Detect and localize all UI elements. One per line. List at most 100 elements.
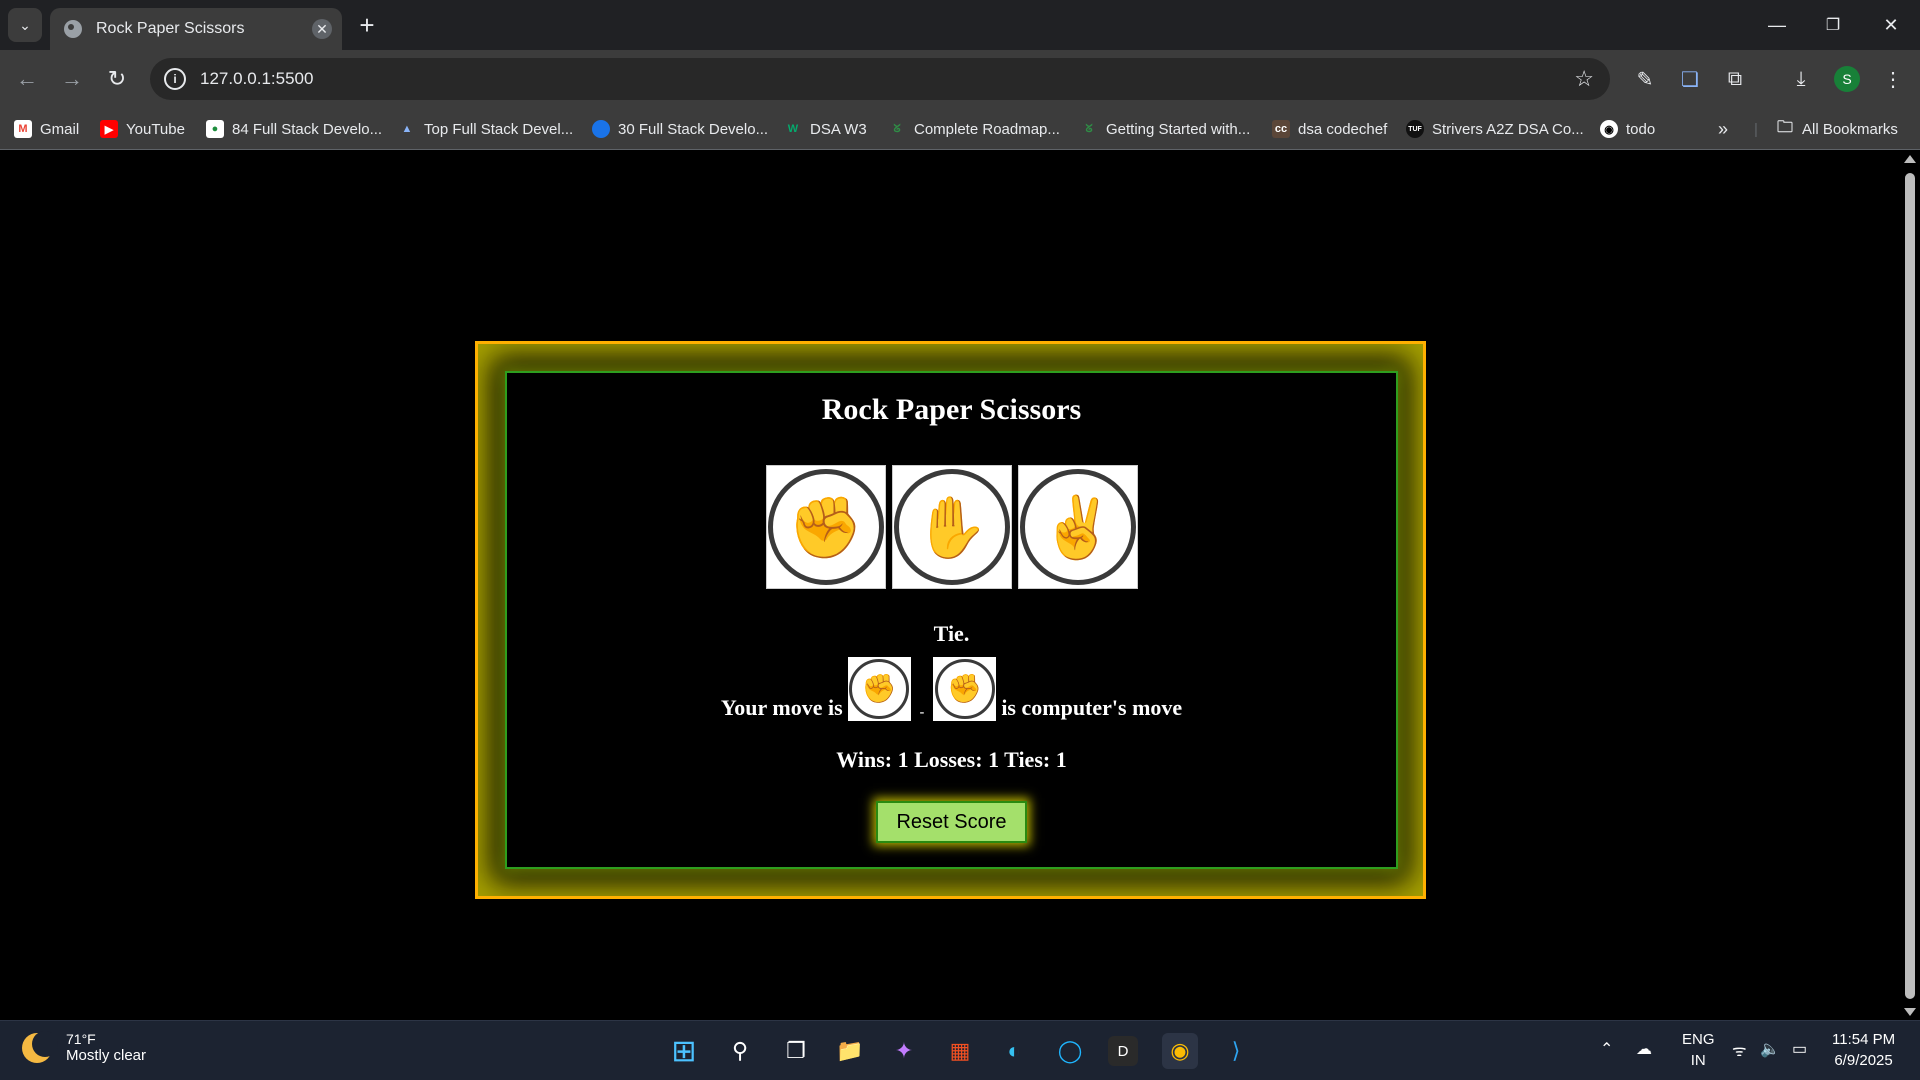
gmail-icon: M: [14, 120, 32, 138]
bookmark-label: 84 Full Stack Develo...: [232, 120, 383, 138]
clock-time: 11:54 PM: [1832, 1031, 1896, 1048]
bookmark-84-full-stack[interactable]: ● 84 Full Stack Develo...: [206, 118, 382, 140]
folder-icon: 🗀: [1776, 118, 1793, 136]
bookmark-site-icon: ●: [206, 120, 224, 138]
gfg-icon: ᘜ: [1085, 122, 1093, 135]
chrome-icon[interactable]: ◉: [1162, 1033, 1198, 1069]
copy-extension-icon[interactable]: ❏: [1675, 64, 1705, 94]
bookmark-dsa-w3[interactable]: W DSA W3: [784, 118, 867, 140]
computer-move-image: ✊: [933, 657, 997, 721]
site-info-icon[interactable]: i: [164, 68, 186, 90]
codechef-icon: cc: [1272, 120, 1290, 138]
youtube-icon: ▶: [100, 120, 118, 138]
task-view-icon[interactable]: ❐: [778, 1033, 814, 1069]
back-arrow-icon[interactable]: ←: [12, 64, 42, 94]
system-clock[interactable]: 11:54 PM 6/9/2025: [1832, 1029, 1895, 1071]
tab-search-chevron-icon[interactable]: ⌄: [8, 8, 42, 42]
weather-widget[interactable]: 71°F Mostly clear: [22, 1030, 147, 1064]
moon-weather-icon: [22, 1030, 58, 1063]
blue-circle-icon: [592, 120, 610, 138]
bookmark-label: DSA W3: [810, 120, 867, 138]
scissors-button[interactable]: ✌: [1017, 465, 1138, 589]
w3-icon: W: [787, 123, 799, 135]
edge-browser-icon[interactable]: ◐: [996, 1033, 1032, 1069]
windows-taskbar: 71°F Mostly clear ⊞ ⚲ ❐ 📁 ✦ ▦ ◐ ◯ D ◉ ⟩ …: [0, 1020, 1920, 1080]
scissors-hand-icon: ✌: [1019, 469, 1136, 585]
extensions-puzzle-icon[interactable]: ⧉: [1720, 64, 1750, 94]
copilot-icon[interactable]: ✦: [886, 1033, 922, 1069]
url-text[interactable]: 127.0.0.1:5500: [200, 69, 313, 89]
computer-rock-icon: ✊: [934, 659, 995, 719]
volume-icon[interactable]: 🔈: [1760, 1039, 1780, 1059]
computer-move-label: is computer's move: [1001, 695, 1183, 720]
globe-icon: [64, 20, 82, 38]
show-hidden-icons-chevron[interactable]: ⌃: [1600, 1039, 1613, 1059]
player-rock-icon: ✊: [849, 659, 910, 719]
forward-arrow-icon[interactable]: →: [57, 64, 87, 94]
bookmark-label: Complete Roadmap...: [914, 120, 1060, 138]
tab-rock-paper-scissors[interactable]: Rock Paper Scissors ✕: [50, 8, 342, 50]
player-move-image: ✊: [847, 657, 911, 721]
wifi-icon[interactable]: ᯤ: [1732, 1039, 1747, 1061]
download-icon[interactable]: ⤓: [1786, 64, 1816, 94]
paper-hand-icon: ✋: [893, 469, 1010, 585]
eyedropper-icon[interactable]: ✎: [1630, 64, 1660, 94]
reset-score-button[interactable]: Reset Score: [876, 801, 1027, 843]
score-text: Wins: 1 Losses: 1 Ties: 1: [836, 747, 1067, 772]
all-bookmarks-label: All Bookmarks: [1802, 120, 1898, 138]
address-bar[interactable]: i 127.0.0.1:5500 ☆: [150, 58, 1610, 100]
bookmark-label: YouTube: [126, 120, 185, 138]
scrollbar-thumb[interactable]: [1905, 173, 1915, 999]
profile-avatar[interactable]: S: [1834, 66, 1860, 92]
move-choices: ✊ ✋ ✌: [507, 465, 1396, 589]
result-text: Tie.: [933, 621, 970, 646]
bookmark-star-icon[interactable]: ☆: [1574, 66, 1594, 92]
language-indicator[interactable]: ENG IN: [1682, 1029, 1715, 1071]
file-explorer-icon[interactable]: 📁: [832, 1033, 868, 1069]
scroll-up-arrow-icon[interactable]: [1904, 155, 1916, 163]
bookmark-dsa-codechef[interactable]: cc dsa codechef: [1272, 118, 1387, 140]
search-icon[interactable]: ⚲: [722, 1033, 758, 1069]
game-outer-frame: Rock Paper Scissors ✊ ✋ ✌ Tie. Your move…: [475, 341, 1426, 899]
bookmark-divider: |: [1754, 120, 1758, 138]
close-tab-icon[interactable]: ✕: [312, 19, 332, 39]
bookmark-label: Strivers A2Z DSA Co...: [1432, 120, 1584, 138]
bookmark-strivers-a2z[interactable]: TUF Strivers A2Z DSA Co...: [1406, 118, 1584, 140]
battery-icon[interactable]: ▭: [1792, 1039, 1807, 1059]
scroll-down-arrow-icon[interactable]: [1904, 1008, 1916, 1016]
bookmarks-bar: M Gmail ▶ YouTube ● 84 Full Stack Develo…: [0, 108, 1920, 150]
vscode-icon[interactable]: ⟩: [1218, 1033, 1254, 1069]
windows-start-icon[interactable]: ⊞: [666, 1033, 702, 1069]
microsoft-store-icon[interactable]: ▦: [942, 1033, 978, 1069]
bookmark-label: 30 Full Stack Develo...: [618, 120, 769, 138]
bookmark-gmail[interactable]: M Gmail: [14, 118, 79, 140]
region-code: IN: [1690, 1052, 1706, 1069]
new-tab-icon[interactable]: +: [352, 10, 382, 40]
bookmark-top-full-stack[interactable]: ▲ Top Full Stack Devel...: [398, 118, 574, 140]
paper-button[interactable]: ✋: [891, 465, 1012, 589]
restore-icon[interactable]: ❐: [1818, 10, 1848, 40]
bookmark-label: Getting Started with...: [1106, 120, 1251, 138]
language-code: ENG: [1682, 1031, 1715, 1048]
window-close-icon[interactable]: ✕: [1876, 10, 1906, 40]
menu-dots-icon[interactable]: ⋮: [1878, 64, 1908, 94]
bookmark-complete-roadmap[interactable]: ᘜ Complete Roadmap...: [888, 118, 1060, 140]
weather-condition-text: Mostly clear: [66, 1047, 147, 1064]
all-bookmarks-folder[interactable]: 🗀 All Bookmarks: [1776, 118, 1898, 140]
clock-date: 6/9/2025: [1834, 1052, 1893, 1069]
bookmark-getting-started[interactable]: ᘜ Getting Started with...: [1080, 118, 1250, 140]
game-container: Rock Paper Scissors ✊ ✋ ✌ Tie. Your move…: [505, 371, 1398, 869]
alexa-icon[interactable]: ◯: [1052, 1033, 1088, 1069]
vertical-scrollbar[interactable]: [1900, 151, 1920, 1020]
tuf-icon: TUF: [1406, 120, 1424, 138]
minimize-icon[interactable]: —: [1762, 10, 1792, 40]
dolby-app-icon[interactable]: D: [1108, 1036, 1138, 1066]
mountain-icon: ▲: [401, 123, 413, 135]
bookmark-youtube[interactable]: ▶ YouTube: [100, 118, 185, 140]
rock-button[interactable]: ✊: [765, 465, 886, 589]
more-bookmarks-chevron-icon[interactable]: »: [1718, 118, 1728, 140]
reload-icon[interactable]: ↻: [102, 64, 132, 94]
bookmark-todo[interactable]: ◉ todo: [1600, 118, 1655, 140]
onedrive-cloud-icon[interactable]: ☁: [1636, 1039, 1652, 1059]
bookmark-30-full-stack[interactable]: 30 Full Stack Develo...: [592, 118, 768, 140]
